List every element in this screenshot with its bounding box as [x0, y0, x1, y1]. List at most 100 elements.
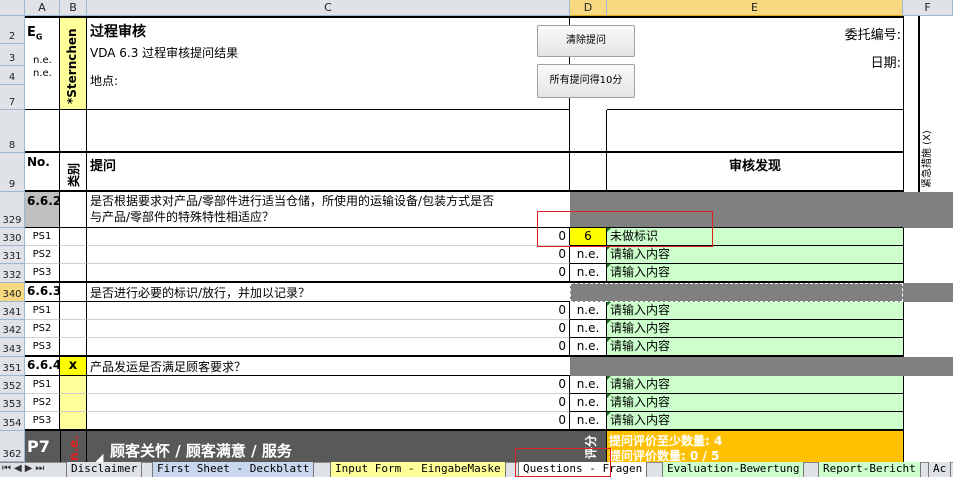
row-header[interactable]: 3 — [0, 44, 25, 66]
row-header[interactable]: 2 — [0, 16, 25, 44]
ne-label: n.e. — [33, 55, 52, 66]
category-cell[interactable] — [60, 302, 87, 320]
blank-cell — [570, 110, 607, 153]
ps-zero-value[interactable]: 0 — [87, 412, 570, 431]
row-header[interactable]: 330 — [0, 228, 25, 246]
ps-zero-value[interactable]: 0 — [87, 376, 570, 394]
row-header[interactable]: 340 — [0, 283, 25, 302]
tab-scroll-buttons[interactable]: ⏮◀▶⏭ — [2, 463, 47, 474]
finding-cell[interactable]: 请输入内容 — [607, 246, 903, 264]
title-cell: 过程审核 VDA 6.3 过程审核提问结果 地点: — [87, 18, 570, 110]
score-cell[interactable]: n.e. — [570, 412, 607, 431]
ps-zero-value[interactable]: 0 — [87, 394, 570, 412]
sheet-tab-report[interactable]: Report-Bericht — [818, 462, 921, 477]
section-f-bar — [903, 357, 953, 376]
section-score-bar[interactable] — [570, 283, 903, 302]
column-header-d[interactable]: D — [570, 0, 607, 16]
category-cell[interactable] — [60, 394, 87, 412]
ps-label: PS2 — [25, 320, 60, 338]
row-header[interactable]: 351 — [0, 357, 25, 376]
ps-label: PS1 — [25, 302, 60, 320]
page-title: 过程审核 — [90, 24, 146, 40]
category-cell[interactable] — [60, 412, 87, 431]
urgent-header-cell: 紧急措施 (X) — [918, 120, 933, 192]
finding-cell[interactable]: 请输入内容 — [607, 338, 903, 357]
p7-number: P7 — [27, 437, 50, 456]
category-cell[interactable] — [60, 228, 87, 246]
ps-zero-value[interactable]: 0 — [87, 320, 570, 338]
sternchen-label: *Sternchen — [65, 28, 79, 104]
column-header-b[interactable]: B — [60, 0, 87, 16]
finding-cell[interactable]: 请输入内容 — [607, 412, 903, 431]
column-header-c[interactable]: C — [87, 0, 570, 16]
row-header[interactable]: 329 — [0, 192, 25, 228]
category-cell[interactable] — [60, 264, 87, 283]
row-header[interactable]: 353 — [0, 394, 25, 412]
sheet-tab-disclaimer[interactable]: Disclaimer — [66, 462, 143, 477]
row-header[interactable]: 352 — [0, 376, 25, 394]
row-header[interactable]: 343 — [0, 338, 25, 357]
column-header-e[interactable]: E — [607, 0, 903, 16]
location-label: 地点: — [90, 74, 119, 88]
question-text: 是否根据要求对产品/零部件进行适当仓储，所使用的运输设备/包装方式是否 与产品/… — [87, 192, 570, 228]
column-header-a[interactable]: A — [25, 0, 60, 16]
score-cell[interactable]: n.e. — [570, 302, 607, 320]
sheet-tab-input-form[interactable]: Input Form - EingabeMaske — [330, 462, 506, 477]
score-cell[interactable]: n.e. — [570, 376, 607, 394]
blank-cell — [25, 110, 60, 153]
ne-label: n.e. — [33, 68, 52, 79]
row-header[interactable]: 362 — [0, 431, 25, 462]
score-cell[interactable]: n.e. — [570, 246, 607, 264]
row-header[interactable]: 341 — [0, 302, 25, 320]
question-number: 6.6.4 — [25, 357, 61, 376]
row-header[interactable]: 354 — [0, 412, 25, 431]
row-header[interactable]: 9 — [0, 153, 25, 192]
ps-zero-value[interactable]: 0 — [87, 302, 570, 320]
question-text: 产品发运是否满足顾客要求？ — [87, 357, 570, 376]
ps-zero-value[interactable]: 0 — [87, 338, 570, 357]
score-cell[interactable]: n.e. — [570, 394, 607, 412]
row-header[interactable]: 4 — [0, 66, 25, 85]
row-header[interactable]: 7 — [0, 85, 25, 110]
column-header-f[interactable]: F — [903, 0, 953, 16]
p7-summary-cell: 提问评价至少数量: 4 提问评价数量: 0 / 5 — [607, 431, 903, 463]
category-header-cell: 类别 — [60, 153, 87, 192]
section-f-bar — [903, 192, 953, 228]
select-all-corner[interactable] — [0, 0, 25, 16]
row-header[interactable]: 342 — [0, 320, 25, 338]
ps-label: PS1 — [25, 376, 60, 394]
score-cell[interactable]: n.e. — [570, 264, 607, 283]
ps-label: PS2 — [25, 394, 60, 412]
score-cell[interactable]: n.e. — [570, 338, 607, 357]
category-cell[interactable] — [60, 376, 87, 394]
ps-label: PS2 — [25, 246, 60, 264]
category-mark[interactable]: x — [60, 357, 87, 376]
category-cell[interactable] — [60, 320, 87, 338]
row-header[interactable]: 331 — [0, 246, 25, 264]
sheet-tab-first-sheet[interactable]: First Sheet - Deckblatt — [152, 462, 315, 477]
row-header[interactable]: 8 — [0, 110, 25, 153]
sheet-tab-evaluation[interactable]: Evaluation-Bewertung — [662, 462, 805, 477]
score-cell[interactable]: n.e. — [570, 320, 607, 338]
ps-zero-value[interactable]: 0 — [87, 264, 570, 283]
ps-label: PS1 — [25, 228, 60, 246]
finding-cell[interactable]: 请输入内容 — [607, 320, 903, 338]
question-text: 是否进行必要的标识/放行，并加以记录？ — [87, 283, 570, 302]
finding-cell[interactable]: 请输入内容 — [607, 264, 903, 283]
ps-zero-value[interactable]: 0 — [87, 246, 570, 264]
ps-zero-value[interactable]: 0 — [87, 228, 570, 246]
p7-ne-label: n.e. — [67, 435, 81, 461]
sheet-tab-ac[interactable]: Ac — [928, 462, 952, 477]
col-urgent-header: 紧急措施 (X) — [922, 130, 933, 188]
row-header[interactable]: 332 — [0, 264, 25, 283]
category-cell[interactable] — [60, 246, 87, 264]
finding-cell[interactable]: 请输入内容 — [607, 302, 903, 320]
category-cell[interactable] — [60, 192, 87, 228]
category-cell[interactable] — [60, 338, 87, 357]
finding-cell[interactable]: 请输入内容 — [607, 394, 903, 412]
category-cell[interactable] — [60, 283, 87, 302]
commission-cell: 委托编号: 日期: — [607, 18, 903, 110]
ps-label: PS3 — [25, 264, 60, 283]
finding-cell[interactable]: 请输入内容 — [607, 376, 903, 394]
commission-label: 委托编号: — [844, 28, 901, 43]
